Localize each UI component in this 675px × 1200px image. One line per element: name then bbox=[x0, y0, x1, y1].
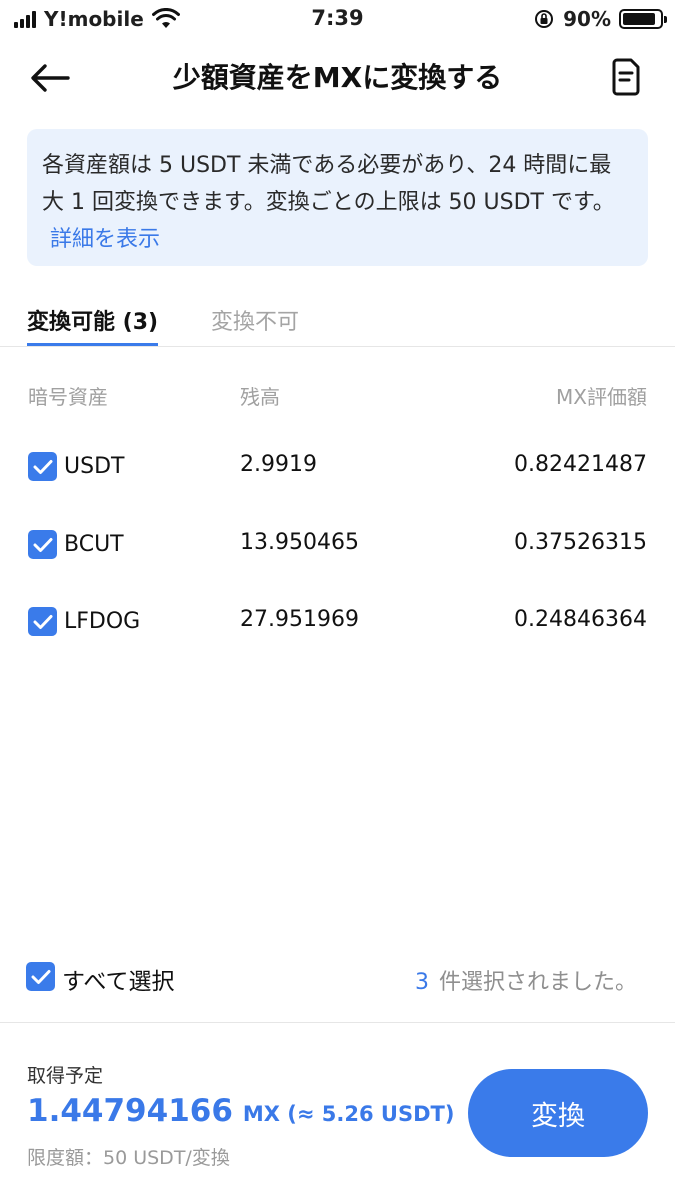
table-row[interactable]: LFDOG 27.951969 0.24846364 bbox=[0, 605, 675, 645]
select-all-row: すべて選択 3 件選択されました。 bbox=[0, 958, 675, 998]
asset-mx-value: 0.82421487 bbox=[514, 452, 647, 477]
rotation-lock-icon bbox=[535, 10, 554, 28]
footer: 取得予定 1.44794166 MX (≈ 5.26 USDT) 限度額：50 … bbox=[0, 1022, 675, 1200]
row-checkbox[interactable] bbox=[28, 530, 57, 559]
tab-not-convertible[interactable]: 変換不可 bbox=[211, 304, 299, 346]
check-icon bbox=[33, 459, 52, 474]
convert-button[interactable]: 変換 bbox=[468, 1069, 648, 1157]
limit-text: 限度額：50 USDT/変換 bbox=[27, 1147, 230, 1169]
receive-amount-unit: MX (≈ 5.26 USDT) bbox=[242, 1102, 455, 1126]
page-title: 少額資産をMXに変換する bbox=[172, 61, 503, 94]
table-row[interactable]: USDT 2.9919 0.82421487 bbox=[0, 450, 675, 490]
tab-convertible[interactable]: 変換可能 (3) bbox=[27, 304, 159, 346]
asset-name: BCUT bbox=[64, 532, 124, 557]
check-icon bbox=[33, 614, 52, 629]
receive-amount-value: 1.44794166 bbox=[27, 1093, 233, 1129]
selected-count-text: 件選択されました。 bbox=[438, 970, 637, 995]
notice-text: 各資産額は 5 USDT 未満である必要があり、24 時間に最大 1 回変換でき… bbox=[42, 153, 615, 215]
column-header-balance: 残高 bbox=[240, 385, 280, 409]
asset-balance: 13.950465 bbox=[240, 530, 359, 555]
column-header-mx-value: MX評価額 bbox=[556, 385, 647, 409]
status-right: 90% bbox=[533, 7, 667, 31]
history-button[interactable] bbox=[605, 54, 647, 100]
asset-name: LFDOG bbox=[64, 609, 141, 634]
asset-balance: 27.951969 bbox=[240, 607, 359, 632]
receive-amount: 1.44794166 MX (≈ 5.26 USDT) bbox=[27, 1093, 454, 1129]
column-header-asset: 暗号資産 bbox=[28, 385, 108, 409]
battery-fill bbox=[623, 13, 656, 25]
row-checkbox[interactable] bbox=[28, 607, 57, 636]
asset-balance: 2.9919 bbox=[240, 452, 317, 477]
asset-name: USDT bbox=[64, 454, 125, 479]
battery-icon bbox=[619, 9, 667, 29]
tab-bar: 変換可能 (3) 変換不可 bbox=[0, 296, 675, 347]
battery-percent: 90% bbox=[563, 7, 611, 31]
selected-count: 3 件選択されました。 bbox=[415, 964, 637, 996]
asset-mx-value: 0.24846364 bbox=[514, 607, 647, 632]
info-notice: 各資産額は 5 USDT 未満である必要があり、24 時間に最大 1 回変換でき… bbox=[27, 129, 648, 266]
selected-count-number: 3 bbox=[414, 970, 429, 995]
asset-mx-value: 0.37526315 bbox=[514, 530, 647, 555]
document-icon bbox=[612, 58, 640, 96]
table-row[interactable]: BCUT 13.950465 0.37526315 bbox=[0, 528, 675, 568]
check-icon bbox=[31, 969, 50, 984]
check-icon bbox=[33, 537, 52, 552]
row-checkbox[interactable] bbox=[28, 452, 57, 481]
select-all-checkbox[interactable] bbox=[26, 962, 55, 991]
receive-label: 取得予定 bbox=[27, 1065, 104, 1087]
nav-bar: 少額資産をMXに変換する bbox=[0, 50, 675, 104]
select-all-label[interactable]: すべて選択 bbox=[62, 962, 174, 996]
status-bar: Y!mobile 7:39 90% bbox=[0, 0, 675, 40]
details-link[interactable]: 詳細を表示 bbox=[50, 227, 160, 252]
